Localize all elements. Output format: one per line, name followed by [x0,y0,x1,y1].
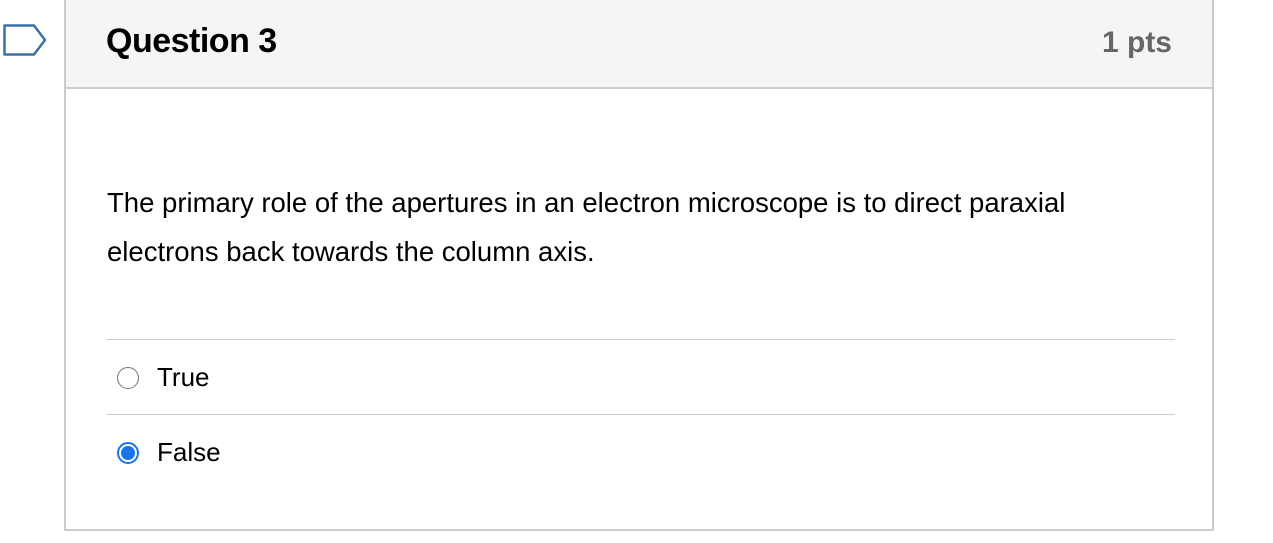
flag-question-icon[interactable] [3,24,47,56]
question-header: Question 3 1 pts [66,0,1212,89]
question-title: Question 3 [106,22,277,60]
question-text: The primary role of the apertures in an … [107,187,1066,267]
radio-empty-icon[interactable] [117,367,139,389]
answer-label[interactable]: True [157,362,210,393]
question-card: Question 3 1 pts The primary role of the… [64,0,1214,531]
answer-option-false[interactable]: False [107,414,1175,489]
answer-label[interactable]: False [157,437,221,468]
answer-list: True False [107,339,1175,489]
answer-option-true[interactable]: True [107,339,1175,414]
radio-filled-icon[interactable] [117,442,139,464]
question-points: 1 pts [1101,26,1172,59]
